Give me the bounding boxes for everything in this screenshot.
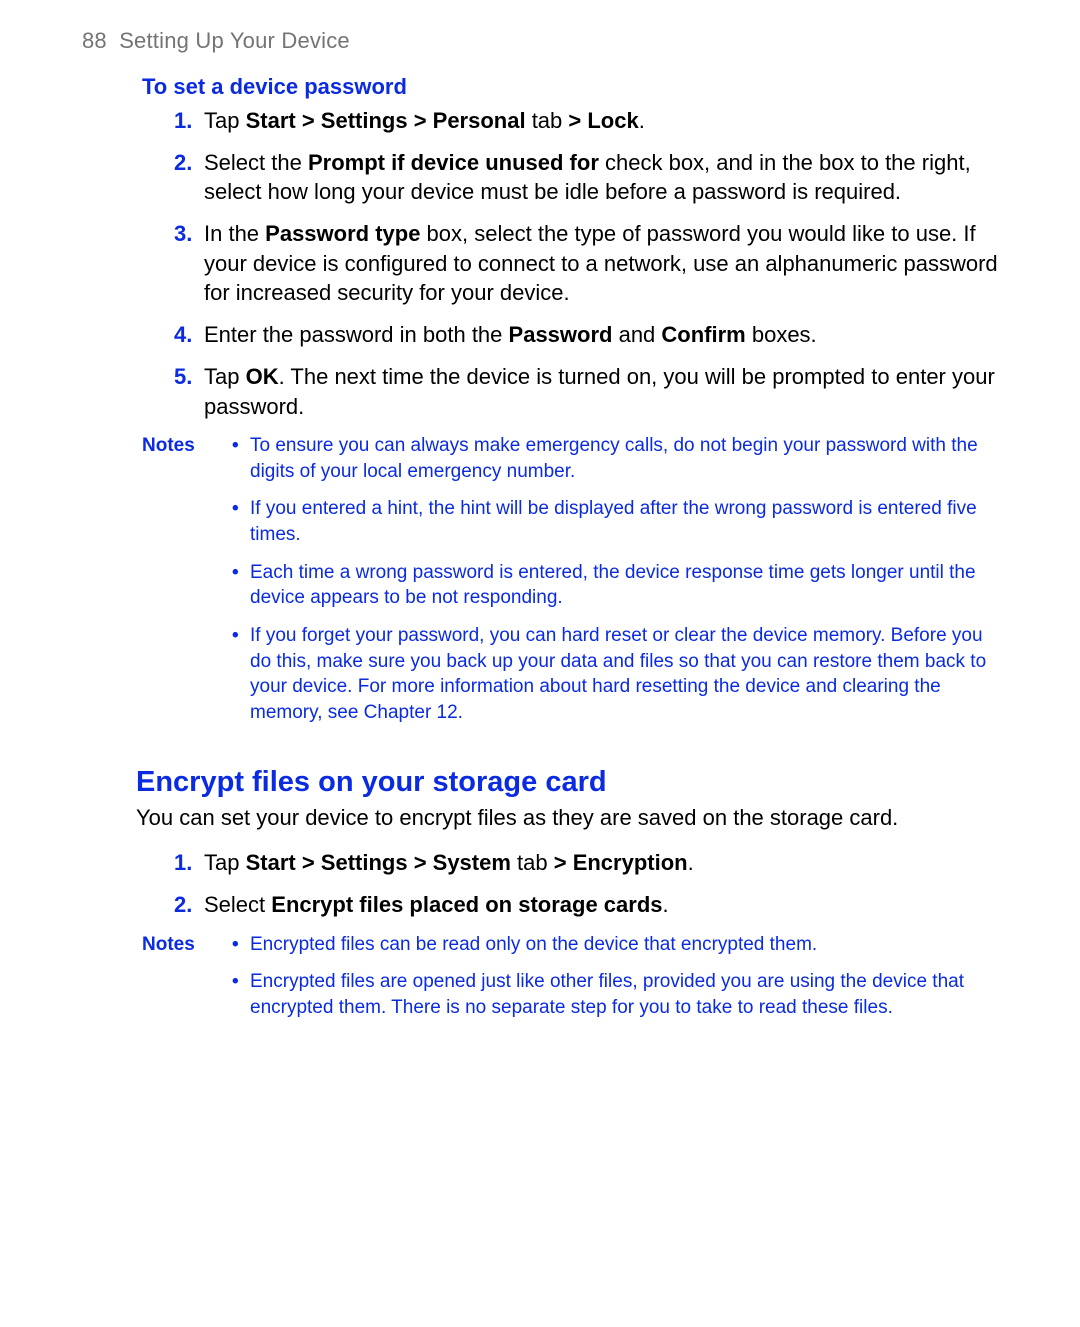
bold-text: Prompt if device unused for: [308, 150, 599, 175]
body-text: .: [639, 108, 645, 133]
body-text: tab: [526, 108, 569, 133]
notes-list-1: To ensure you can always make emergency …: [228, 433, 998, 737]
bold-text: Start > Settings > System: [246, 850, 511, 875]
body-text: Select the: [204, 150, 308, 175]
bold-text: > Encryption: [554, 850, 688, 875]
body-text: .: [663, 892, 669, 917]
notes-block-2: Notes Encrypted files can be read only o…: [142, 932, 998, 1033]
body-text: .: [688, 850, 694, 875]
bold-text: > Lock: [568, 108, 638, 133]
steps-list-1: Tap Start > Settings > Personal tab > Lo…: [178, 106, 998, 421]
body-text: Tap: [204, 850, 246, 875]
notes-label: Notes: [142, 932, 228, 1033]
page: 88 Setting Up Your Device To set a devic…: [0, 0, 1080, 1033]
body-text: Tap: [204, 108, 246, 133]
body-text: tab: [511, 850, 554, 875]
heading-encrypt: Encrypt files on your storage card: [136, 766, 998, 799]
note-item: Encrypted files can be read only on the …: [228, 932, 998, 958]
notes-list-2: Encrypted files can be read only on the …: [228, 932, 998, 1033]
subheading-set-password: To set a device password: [142, 74, 998, 100]
notes-block-1: Notes To ensure you can always make emer…: [142, 433, 998, 737]
step-item: Select Encrypt files placed on storage c…: [178, 890, 998, 920]
step-item: Enter the password in both the Password …: [178, 320, 998, 350]
steps-list-2: Tap Start > Settings > System tab > Encr…: [178, 848, 998, 919]
step-item: Tap OK. The next time the device is turn…: [178, 362, 998, 421]
body-text: In the: [204, 221, 265, 246]
note-item: If you entered a hint, the hint will be …: [228, 496, 998, 547]
note-item: Encrypted files are opened just like oth…: [228, 969, 998, 1020]
bold-text: Encrypt files placed on storage cards: [271, 892, 662, 917]
body-text: boxes.: [746, 322, 817, 347]
body-text: Enter the password in both the: [204, 322, 509, 347]
bold-text: Password type: [265, 221, 420, 246]
bold-text: OK: [246, 364, 279, 389]
body-text: Select: [204, 892, 271, 917]
note-item: If you forget your password, you can har…: [228, 623, 998, 726]
page-number: 88: [82, 28, 107, 53]
body-text: and: [612, 322, 661, 347]
step-item: Tap Start > Settings > System tab > Encr…: [178, 848, 998, 878]
bold-text: Start > Settings > Personal: [246, 108, 526, 133]
step-item: Tap Start > Settings > Personal tab > Lo…: [178, 106, 998, 136]
section-intro: You can set your device to encrypt files…: [136, 803, 998, 833]
body-text: . The next time the device is turned on,…: [204, 364, 995, 419]
body-text: Tap: [204, 364, 246, 389]
notes-label: Notes: [142, 433, 228, 737]
note-item: To ensure you can always make emergency …: [228, 433, 998, 484]
bold-text: Confirm: [661, 322, 745, 347]
step-item: Select the Prompt if device unused for c…: [178, 148, 998, 207]
bold-text: Password: [509, 322, 613, 347]
page-header: 88 Setting Up Your Device: [82, 28, 998, 54]
page-title: Setting Up Your Device: [119, 28, 350, 53]
step-item: In the Password type box, select the typ…: [178, 219, 998, 308]
note-item: Each time a wrong password is entered, t…: [228, 560, 998, 611]
